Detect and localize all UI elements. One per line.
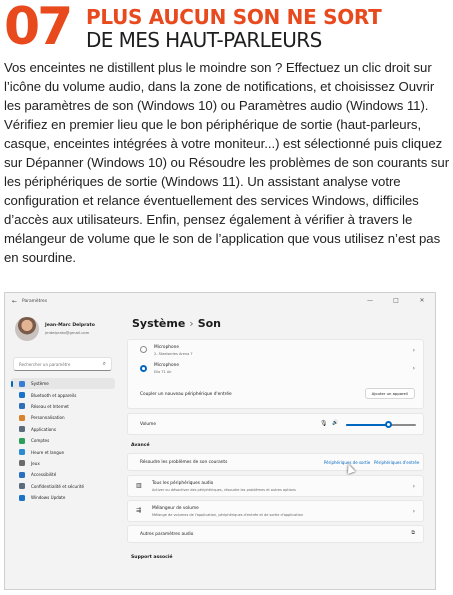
volume-slider-fill xyxy=(346,424,388,426)
search-icon: ⌕ xyxy=(102,360,106,367)
settings-sidebar: Jean-Marc Delprato jmdelprato@gmail.com … xyxy=(5,313,120,589)
article-header: 07 PLUS AUCUN SON NE SORT DE MES HAUT-PA… xyxy=(4,0,449,57)
search-placeholder: Rechercher un paramètre xyxy=(19,362,71,367)
headline-line-2: DE MES HAUT-PARLEURS xyxy=(86,28,322,52)
sidebar-item-label: Comptes xyxy=(31,438,50,444)
gamepad-icon xyxy=(19,460,25,467)
person-icon xyxy=(19,437,25,444)
avatar xyxy=(15,317,39,341)
sidebar-item-1[interactable]: Bluetooth et appareils xyxy=(11,389,115,400)
microphone-icon: 🎙 xyxy=(320,420,328,427)
breadcrumb-parent[interactable]: Système xyxy=(132,317,185,330)
sidebar-item-9[interactable]: Confidentialité et sécurité xyxy=(11,481,115,492)
mixer-icon: ⇶ xyxy=(136,507,142,514)
shield-icon xyxy=(19,483,25,490)
sidebar-item-0[interactable]: Système xyxy=(11,378,115,390)
troubleshoot-label: Résoudre les problèmes de son courants xyxy=(140,460,228,465)
all-devices-title: Tous les périphériques audio xyxy=(152,481,214,486)
minimize-icon[interactable]: — xyxy=(357,293,383,309)
profile-name: Jean-Marc Delprato xyxy=(45,323,95,328)
volume-card: Volume 🎙 🔊 xyxy=(127,413,424,435)
globe-icon xyxy=(19,449,25,456)
sidebar-item-label: Système xyxy=(31,381,49,387)
sidebar-item-6[interactable]: Heure et langue xyxy=(11,446,115,457)
update-icon xyxy=(19,494,25,501)
search-input[interactable]: Rechercher un paramètre ⌕ xyxy=(13,357,112,371)
support-section-label: Support associé xyxy=(131,555,173,560)
headline-line-1: PLUS AUCUN SON NE SORT xyxy=(86,5,382,29)
pair-device-label: Coupler un nouveau périphérique d'entrée xyxy=(140,392,232,397)
mic1-radio[interactable] xyxy=(140,346,147,353)
add-device-button[interactable]: Ajouter un appareil xyxy=(364,388,415,399)
more-settings-label: Autres paramètres audio xyxy=(140,532,194,537)
close-icon[interactable]: ✕ xyxy=(409,293,435,309)
monitor-icon xyxy=(19,380,25,387)
chevron-right-icon[interactable]: › xyxy=(413,365,415,372)
article-body: Vos enceintes ne distillent plus le moin… xyxy=(4,60,450,265)
mic2-radio[interactable] xyxy=(140,365,147,372)
window-title: Paramètres xyxy=(22,299,48,304)
sidebar-item-4[interactable]: Applications xyxy=(11,424,115,435)
sidebar-item-label: Accessibilité xyxy=(31,472,57,478)
bluetooth-icon xyxy=(19,392,25,399)
mic1-sub: 2- Steelseries Arena 7 xyxy=(154,352,193,356)
profile-email: jmdelprato@gmail.com xyxy=(45,330,90,335)
sidebar-item-label: Windows Update xyxy=(31,495,66,501)
sidebar-item-label: Jeux xyxy=(31,460,40,466)
sidebar-item-2[interactable]: Réseau et Internet xyxy=(11,401,115,412)
sidebar-item-label: Réseau et Internet xyxy=(31,403,69,409)
sidebar-item-label: Applications xyxy=(31,426,57,432)
sidebar-item-7[interactable]: Jeux xyxy=(11,458,115,469)
volume-mixer-row[interactable]: ⇶ Mélangeur de volume Mélange de volumes… xyxy=(127,500,424,522)
mic1-title: Microphone xyxy=(154,345,180,350)
volume-label: Volume xyxy=(140,422,156,427)
breadcrumb-separator: › xyxy=(189,317,194,330)
chevron-right-icon[interactable]: › xyxy=(413,508,415,515)
brush-icon xyxy=(19,414,25,421)
sidebar-item-5[interactable]: Comptes xyxy=(11,435,115,446)
mixer-title: Mélangeur de volume xyxy=(152,506,199,511)
all-devices-sub: Activer ou désactiver des périphériques,… xyxy=(152,488,296,492)
mic2-title: Microphone xyxy=(154,363,180,368)
window-titlebar: ← Paramètres — □ ✕ xyxy=(5,293,435,313)
more-audio-settings-row[interactable]: Autres paramètres audio ⧉ xyxy=(127,525,424,543)
advanced-section-label: Avancé xyxy=(131,443,150,448)
input-devices-link[interactable]: Périphériques d'entrée xyxy=(374,460,419,465)
external-link-icon[interactable]: ⧉ xyxy=(411,530,415,536)
page-title: Système › Son xyxy=(132,317,221,330)
sidebar-item-label: Bluetooth et appareils xyxy=(31,392,77,398)
chevron-right-icon[interactable]: › xyxy=(413,347,415,354)
step-number: 07 xyxy=(4,0,73,57)
sidebar-item-label: Confidentialité et sécurité xyxy=(31,483,85,489)
troubleshoot-row: Résoudre les problèmes de son courants P… xyxy=(127,453,424,475)
volume-slider[interactable] xyxy=(346,421,416,428)
breadcrumb-current: Son xyxy=(197,317,221,330)
settings-content: Système › Son Microphone 2- Steelseries Ar… xyxy=(127,313,429,589)
apps-icon xyxy=(19,426,25,433)
speakers-icon: ▥ xyxy=(136,482,142,489)
sidebar-item-10[interactable]: Windows Update xyxy=(11,492,115,503)
back-arrow-icon[interactable]: ← xyxy=(12,298,17,305)
all-devices-row[interactable]: ▥ Tous les périphériques audio Activer o… xyxy=(127,475,424,497)
sidebar-nav: Système Bluetooth et appareils Réseau et I… xyxy=(11,378,115,503)
speaker-icon: 🔊 xyxy=(332,420,339,426)
accessibility-icon xyxy=(19,471,25,478)
maximize-icon[interactable]: □ xyxy=(383,293,409,309)
sidebar-item-label: Heure et langue xyxy=(31,449,64,455)
settings-screenshot: ← Paramètres — □ ✕ Jean-Marc Delprato jm… xyxy=(4,292,436,590)
wifi-icon xyxy=(19,403,25,410)
volume-slider-thumb[interactable] xyxy=(384,421,392,428)
mixer-sub: Mélange de volumes de l'application, pér… xyxy=(152,513,303,517)
sidebar-item-label: Personnalisation xyxy=(31,415,65,421)
user-profile[interactable]: Jean-Marc Delprato jmdelprato@gmail.com xyxy=(15,317,115,343)
mic2-sub: Ello T1 Air xyxy=(154,370,172,374)
input-devices-card: Microphone 2- Steelseries Arena 7 › Micr… xyxy=(127,339,424,409)
sidebar-item-8[interactable]: Accessibilité xyxy=(11,469,115,480)
sidebar-item-3[interactable]: Personnalisation xyxy=(11,412,115,423)
chevron-right-icon[interactable]: › xyxy=(413,483,415,490)
window-controls: — □ ✕ xyxy=(357,293,435,309)
